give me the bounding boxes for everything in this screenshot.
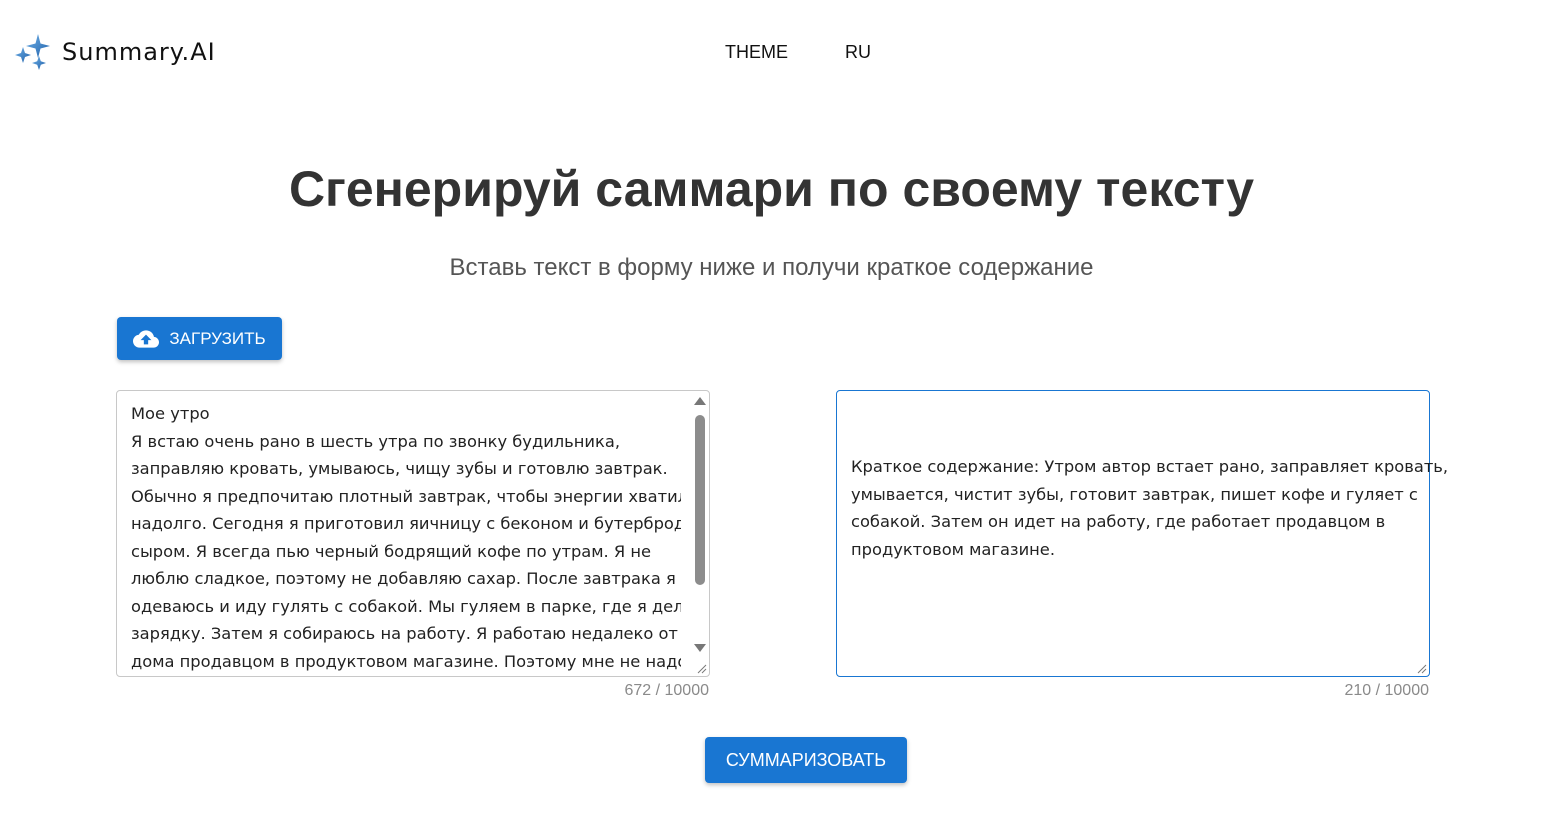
output-line: продуктовом магазине. <box>851 539 1055 559</box>
upload-button-label: ЗАГРУЗИТЬ <box>169 328 266 348</box>
input-scrollbar[interactable] <box>691 392 708 662</box>
resize-handle-icon[interactable] <box>697 664 707 674</box>
cloud-upload-icon <box>133 329 160 348</box>
logo-text: Summary.AI <box>62 38 216 66</box>
language-switch[interactable]: RU <box>845 42 871 63</box>
output-line: Краткое содержание: Утром автор встает р… <box>851 457 1449 476</box>
input-line: заправляю кровать, умываюсь, чищу зубы и… <box>131 459 668 478</box>
page-title: Сгенерируй саммари по своему тексту <box>288 161 1255 217</box>
scroll-thumb[interactable] <box>695 415 705 585</box>
input-text: Мое утро Я встаю очень рано в шесть утра… <box>131 400 681 672</box>
summarize-button[interactable]: СУММАРИЗОВАТЬ <box>705 737 907 783</box>
input-line: дома продавцом в продуктовом магазине. П… <box>131 651 681 671</box>
page-subtitle: Вставь текст в форму ниже и получи кратк… <box>449 254 1094 281</box>
output-line: умывается, чистит зубы, готовит завтрак,… <box>851 484 1418 504</box>
output-char-counter: 210 / 10000 <box>1344 682 1429 699</box>
input-line: одеваюсь и иду гулять с собакой. Мы гуля… <box>131 596 681 616</box>
scroll-down-arrow-icon[interactable] <box>694 644 706 652</box>
resize-handle-icon[interactable] <box>1417 664 1427 674</box>
output-text: Краткое содержание: Утром автор встает р… <box>851 453 1449 563</box>
input-line: Мое утро <box>131 404 210 423</box>
input-textarea[interactable]: Мое утро Я встаю очень рано в шесть утра… <box>116 390 710 677</box>
logo[interactable]: Summary.AI <box>12 32 216 72</box>
theme-toggle[interactable]: THEME <box>725 42 788 63</box>
input-line: зарядку. Затем я собираюсь на работу. Я … <box>131 624 678 643</box>
top-nav: THEME RU <box>725 42 871 63</box>
scroll-up-arrow-icon[interactable] <box>694 397 706 405</box>
input-line: Обычно я предпочитаю плотный завтрак, чт… <box>131 486 681 506</box>
input-line: Я встаю очень рано в шесть утра по звонк… <box>131 431 620 451</box>
upload-button[interactable]: ЗАГРУЗИТЬ <box>117 317 282 360</box>
header: Summary.AI THEME RU <box>0 0 1543 104</box>
input-line: сыром. Я всегда пью черный бодрящий кофе… <box>131 541 652 561</box>
input-line: надолго. Сегодня я приготовил яичницу с … <box>131 514 681 533</box>
input-char-counter: 672 / 10000 <box>624 682 709 699</box>
output-textarea[interactable]: Краткое содержание: Утром автор встает р… <box>836 390 1449 677</box>
sparkle-icon <box>15 34 50 70</box>
output-line: собакой. Затем он идет на работу, где ра… <box>851 512 1386 531</box>
input-line: люблю сладкое, поэтому не добавляю сахар… <box>131 569 676 588</box>
